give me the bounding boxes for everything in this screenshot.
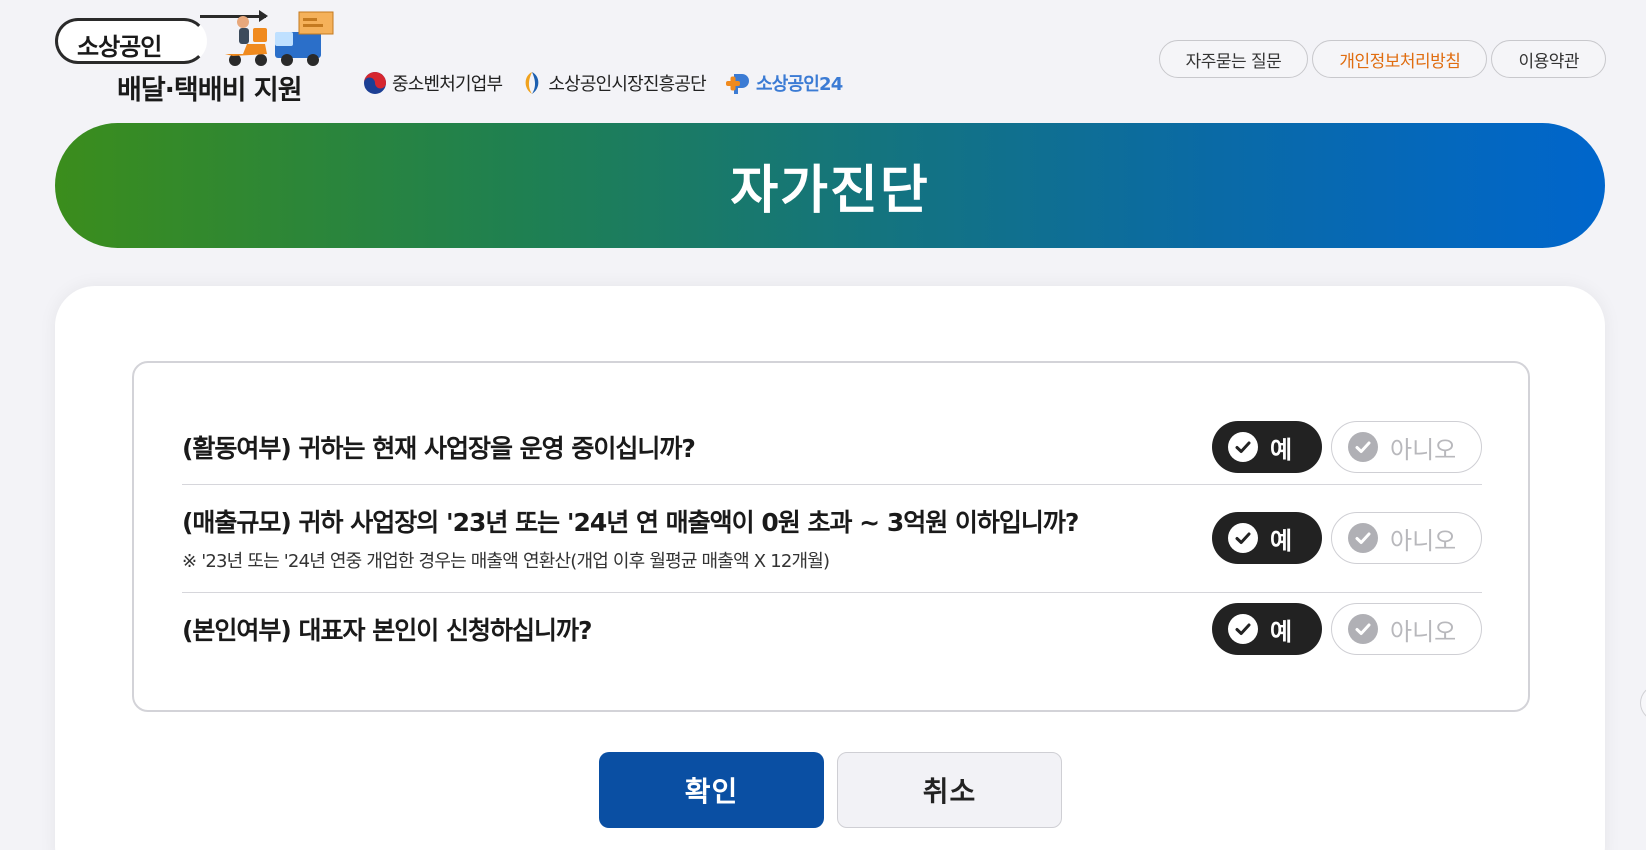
faq-link[interactable]: 자주묻는 질문 [1158, 40, 1309, 78]
question-row: (매출규모) 귀하 사업장의 '23년 또는 '24년 연 매출액이 0원 초과… [182, 485, 1482, 591]
side-scroll-tab[interactable] [1640, 685, 1646, 721]
confirm-button[interactable]: 확인 [599, 752, 824, 828]
page-title: 자가진단 [730, 161, 930, 221]
site-logo[interactable]: 소상공인 배달·택배비 지원 [55, 10, 345, 106]
logo-line1: 소상공인 [77, 33, 162, 61]
site-header: 소상공인 배달·택배비 지원 중소벤처기업부 소상공인시장진흥공단 소상공인24… [0, 0, 1646, 120]
check-icon [1228, 614, 1258, 644]
answer-no-button[interactable]: 아니오 [1331, 603, 1482, 655]
answer-no-button[interactable]: 아니오 [1331, 512, 1482, 564]
answer-no-label: 아니오 [1390, 435, 1457, 464]
partner-mss[interactable]: 중소벤처기업부 [362, 70, 503, 96]
answer-options: 예 아니오 [1203, 603, 1482, 655]
partner-sbiz24[interactable]: 소상공인24 [724, 70, 843, 96]
check-icon [1348, 523, 1378, 553]
partner-semas[interactable]: 소상공인시장진흥공단 [520, 70, 707, 96]
answer-options: 예 아니오 [1203, 421, 1482, 473]
partner-label: 소상공인시장진흥공단 [548, 74, 706, 95]
self-diagnosis-card: (활동여부) 귀하는 현재 사업장을 운영 중이십니까? 예 아니오 (매출규모… [55, 286, 1605, 850]
answer-yes-label: 예 [1270, 617, 1293, 646]
answer-no-label: 아니오 [1390, 617, 1457, 646]
answer-yes-button[interactable]: 예 [1212, 421, 1322, 473]
delivery-truck-icon [225, 11, 334, 66]
page-banner: 자가진단 [55, 123, 1605, 248]
question-row: (활동여부) 귀하는 현재 사업장을 운영 중이십니까? 예 아니오 [182, 411, 1482, 483]
question-body: (활동여부) 귀하는 현재 사업장을 운영 중이십니까? [182, 429, 696, 465]
partner-label: 소상공인24 [755, 74, 843, 95]
mss-emblem-icon [364, 72, 386, 94]
form-actions: 확인 취소 [599, 752, 1062, 828]
partner-logos: 중소벤처기업부 소상공인시장진흥공단 소상공인24 [362, 68, 860, 98]
question-body: (본인여부) 대표자 본인이 신청하십니까? [182, 611, 592, 647]
check-icon [1348, 614, 1378, 644]
check-icon [1228, 523, 1258, 553]
question-body: (매출규모) 귀하 사업장의 '23년 또는 '24년 연 매출액이 0원 초과… [182, 503, 1079, 573]
terms-link[interactable]: 이용약관 [1491, 40, 1606, 78]
answer-yes-label: 예 [1270, 526, 1293, 555]
question-text: (매출규모) 귀하 사업장의 '23년 또는 '24년 연 매출액이 0원 초과… [182, 508, 1079, 537]
answer-yes-button[interactable]: 예 [1212, 512, 1322, 564]
question-row: (본인여부) 대표자 본인이 신청하십니까? 예 아니오 [182, 593, 1482, 665]
question-list: (활동여부) 귀하는 현재 사업장을 운영 중이십니까? 예 아니오 (매출규모… [132, 361, 1530, 712]
check-icon [1348, 432, 1378, 462]
answer-no-button[interactable]: 아니오 [1331, 421, 1482, 473]
answer-yes-label: 예 [1270, 435, 1293, 464]
answer-options: 예 아니오 [1203, 512, 1482, 564]
privacy-policy-link[interactable]: 개인정보처리방침 [1312, 40, 1488, 78]
answer-yes-button[interactable]: 예 [1212, 603, 1322, 655]
question-text: (본인여부) 대표자 본인이 신청하십니까? [182, 616, 592, 645]
question-note: ※ '23년 또는 '24년 연중 개업한 경우는 매출액 연환산(개업 이후 … [182, 551, 830, 572]
answer-no-label: 아니오 [1390, 526, 1457, 555]
sbiz24-logo-icon [725, 74, 749, 94]
top-links: 자주묻는 질문 개인정보처리방침 이용약관 [1155, 40, 1606, 78]
partner-label: 중소벤처기업부 [392, 74, 503, 95]
logo-line2: 배달·택배비 지원 [117, 75, 303, 106]
check-icon [1228, 432, 1258, 462]
question-text: (활동여부) 귀하는 현재 사업장을 운영 중이십니까? [182, 434, 696, 463]
cancel-button[interactable]: 취소 [837, 752, 1062, 828]
semas-logo-icon [525, 72, 539, 94]
